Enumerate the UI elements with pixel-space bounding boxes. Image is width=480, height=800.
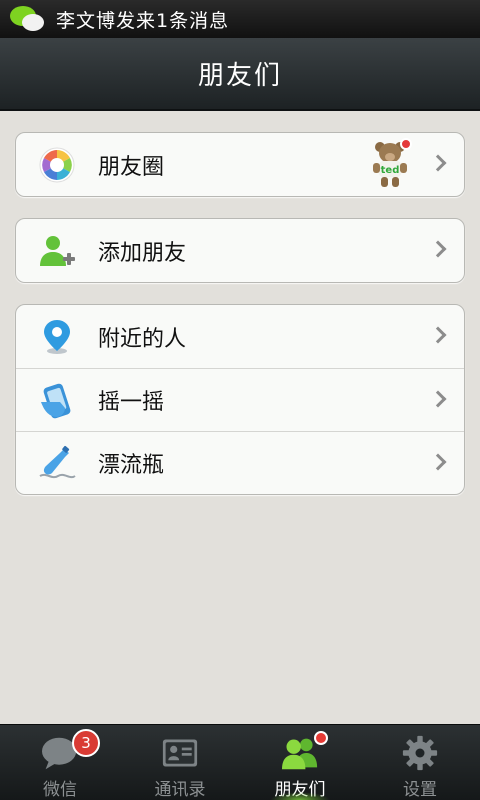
wechat-logo-icon <box>8 4 46 34</box>
tab-settings[interactable]: 设置 <box>360 725 480 800</box>
menu-item-label: 添加朋友 <box>98 240 187 266</box>
new-post-dot <box>400 138 412 150</box>
add-friend-icon <box>40 236 75 266</box>
status-bar: 李文博发来1条消息 <box>0 0 480 38</box>
menu-item-label: 附近的人 <box>98 326 187 352</box>
drift-bottle-icon <box>39 445 76 479</box>
menu-item-label: 漂流瓶 <box>98 453 165 478</box>
menu-item-drift-bottle[interactable]: 漂流瓶 <box>16 431 464 494</box>
chevron-right-icon <box>429 390 447 408</box>
menu-item-label: 朋友圈 <box>98 154 165 180</box>
contacts-card-icon <box>162 739 198 767</box>
title-bar: 朋友们 <box>0 38 480 111</box>
tab-label: 设置 <box>403 780 437 800</box>
chevron-right-icon <box>429 326 447 344</box>
chevron-right-icon <box>429 453 447 471</box>
menu-item-shake[interactable]: 摇一摇 <box>16 368 464 431</box>
tab-label: 朋友们 <box>274 780 326 800</box>
chevron-right-icon <box>429 240 447 258</box>
menu-item-moments[interactable]: 朋友圈 ted <box>16 133 464 196</box>
moments-group: 朋友圈 ted <box>15 132 465 197</box>
add-friend-group: 添加朋友 <box>15 218 465 283</box>
notification-text: 李文博发来1条消息 <box>56 9 230 32</box>
chevron-right-icon <box>429 154 447 172</box>
tab-label: 微信 <box>43 780 77 800</box>
page-title: 朋友们 <box>197 61 282 91</box>
moments-thumbnail-text: ted <box>381 165 400 176</box>
gear-icon <box>402 735 438 771</box>
tab-contacts[interactable]: 通讯录 <box>120 725 240 800</box>
discovery-group: 附近的人 摇一摇 漂流瓶 <box>15 304 465 495</box>
unread-badge: 3 <box>72 729 100 757</box>
tab-label: 通讯录 <box>154 780 206 800</box>
tab-friends[interactable]: 朋友们 <box>240 725 360 800</box>
menu-item-add-friend[interactable]: 添加朋友 <box>16 219 464 282</box>
menu-item-label: 摇一摇 <box>98 390 165 415</box>
shake-phone-icon <box>41 383 71 419</box>
new-activity-dot <box>314 731 328 745</box>
tab-wechat[interactable]: 3 微信 <box>0 725 120 800</box>
menu-item-nearby[interactable]: 附近的人 <box>16 305 464 368</box>
tab-bar: 3 微信 通讯录 朋友们 设置 <box>0 724 480 800</box>
moments-icon <box>39 147 75 183</box>
location-pin-icon <box>44 320 70 354</box>
